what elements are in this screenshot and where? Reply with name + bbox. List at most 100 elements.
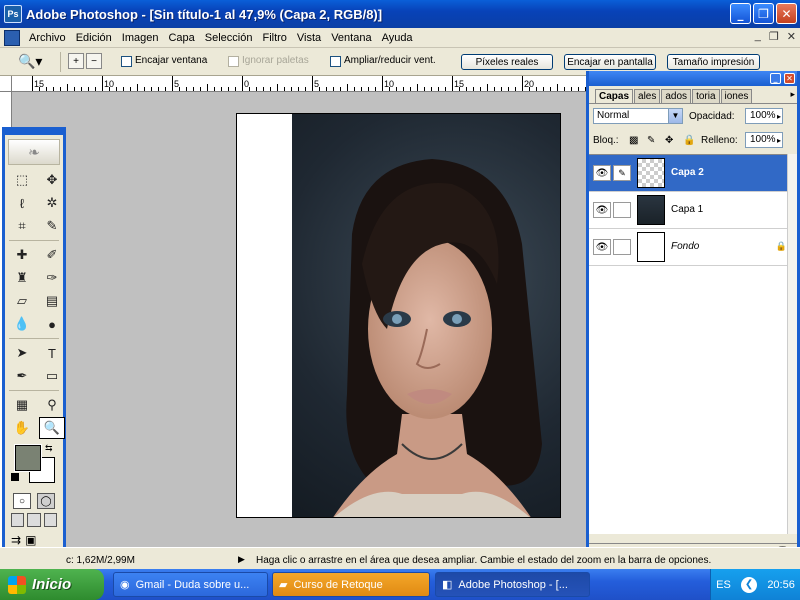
brush-icon[interactable]: ✎	[613, 165, 631, 181]
quick-mask-mode-button[interactable]: ◯	[37, 493, 55, 509]
tab-historia[interactable]: toria	[692, 89, 720, 103]
start-button[interactable]: Inicio	[0, 569, 104, 600]
eye-icon[interactable]: 👁	[593, 202, 611, 218]
hand-tool-icon[interactable]: ✋	[9, 417, 35, 439]
status-menu-arrow-icon[interactable]: ▶	[238, 554, 245, 565]
restore-button[interactable]: ❐	[753, 3, 774, 24]
horizontal-ruler[interactable]: 1510505101520253035	[12, 76, 588, 92]
clock[interactable]: 20:56	[767, 579, 795, 591]
lasso-tool-icon[interactable]: ℓ	[9, 192, 35, 214]
zoom-tool-icon[interactable]: 🔍	[39, 417, 65, 439]
marquee-tool-icon[interactable]: ⬚	[9, 169, 35, 191]
healing-brush-tool-icon[interactable]: ✚	[9, 244, 35, 266]
taskbar-item-folder[interactable]: ▰ Curso de Retoque	[272, 572, 430, 597]
menu-filtro[interactable]: Filtro	[257, 29, 291, 47]
layers-palette-titlebar[interactable]: _ ✕	[589, 71, 797, 86]
chevron-down-icon[interactable]: ▼	[668, 109, 682, 123]
menu-imagen[interactable]: Imagen	[117, 29, 164, 47]
notes-tool-icon[interactable]: ▦	[9, 394, 35, 416]
feather-logo-icon[interactable]: ❧	[8, 139, 60, 165]
menu-edicion[interactable]: Edición	[71, 29, 117, 47]
palette-close-button[interactable]: ✕	[784, 73, 795, 84]
menu-ventana[interactable]: Ventana	[326, 29, 376, 47]
pen-tool-icon[interactable]: ✒	[9, 365, 35, 387]
standard-screen-button[interactable]	[11, 513, 25, 527]
tab-acciones[interactable]: iones	[720, 89, 753, 103]
fill-arrow-icon[interactable]: ▸	[777, 134, 781, 148]
link-icon[interactable]	[613, 202, 631, 218]
tab-trazados[interactable]: ados	[661, 89, 692, 103]
full-screen-menu-button[interactable]	[27, 513, 41, 527]
palette-minimize-button[interactable]: _	[770, 73, 781, 84]
opacity-arrow-icon[interactable]: ▸	[777, 110, 781, 124]
pixeles-reales-button[interactable]: Píxeles reales	[461, 54, 553, 70]
brush-tool-icon[interactable]: ✐	[39, 244, 65, 266]
zoom-in-icon[interactable]: +	[68, 53, 84, 69]
swap-colors-icon[interactable]: ⇆	[45, 443, 53, 454]
crop-tool-icon[interactable]: ⌗	[9, 215, 35, 237]
doc-minimize-icon[interactable]: _	[755, 30, 761, 43]
gradient-tool-icon[interactable]: ▤	[39, 290, 65, 312]
blur-tool-icon[interactable]: 💧	[9, 313, 35, 335]
doc-restore-icon[interactable]: ❐	[769, 30, 779, 43]
eyedropper-tool-icon[interactable]: ⚲	[39, 394, 65, 416]
close-button[interactable]: ✕	[776, 3, 797, 24]
lock-all-icon[interactable]: 🔒	[683, 135, 695, 146]
jump-to-imageready-icon[interactable]: ⇉	[11, 533, 21, 547]
lock-transparency-icon[interactable]: ▩	[629, 135, 640, 146]
encajar-pantalla-button[interactable]: Encajar en pantalla	[564, 54, 656, 70]
zoom-tool-preset-icon[interactable]: 🔍▾	[18, 53, 48, 71]
opacity-field[interactable]: 100% ▸	[745, 108, 783, 124]
document-canvas[interactable]	[236, 113, 561, 518]
eye-icon[interactable]: 👁	[593, 165, 611, 181]
path-selection-tool-icon[interactable]: ➤	[9, 342, 35, 364]
ruler-corner[interactable]	[0, 76, 12, 92]
layer-row[interactable]: 👁 ✎ Capa 2	[589, 155, 797, 192]
doc-close-icon[interactable]: ✕	[787, 30, 796, 43]
layers-palette[interactable]: _ ✕ Capas ales ados toria iones ▸ Normal…	[586, 71, 800, 564]
fill-field[interactable]: 100% ▸	[745, 132, 783, 148]
tamano-impresion-button[interactable]: Tamaño impresión	[667, 54, 760, 70]
foreground-color-swatch[interactable]	[14, 444, 42, 472]
document-icon[interactable]	[4, 29, 20, 46]
menu-archivo[interactable]: Archivo	[24, 29, 71, 47]
menu-seleccion[interactable]: Selección	[200, 29, 258, 47]
lock-pixels-icon[interactable]: ✎	[647, 135, 658, 146]
ampliar-reducir-checkbox[interactable]	[330, 56, 341, 67]
menu-capa[interactable]: Capa	[163, 29, 199, 47]
zoom-out-icon[interactable]: −	[86, 53, 102, 69]
minimize-button[interactable]: _	[730, 3, 751, 24]
toolbox-palette[interactable]: ❧ ⬚ ✥ ℓ ✲ ⌗ ✎ ✚ ✐ ♜ ✑ ▱ ▤ 💧 ● ➤ T ✒ ▭ ▦ …	[2, 127, 66, 567]
language-indicator[interactable]: ES	[716, 579, 731, 591]
layer-row[interactable]: 👁 Fondo 🔒	[589, 229, 797, 266]
dodge-tool-icon[interactable]: ●	[39, 313, 65, 335]
link-icon[interactable]	[613, 239, 631, 255]
clone-stamp-tool-icon[interactable]: ♜	[9, 267, 35, 289]
lock-position-icon[interactable]: ✥	[665, 135, 676, 146]
eraser-tool-icon[interactable]: ▱	[9, 290, 35, 312]
layer-list-scrollbar[interactable]	[787, 154, 797, 534]
slice-tool-icon[interactable]: ✎	[39, 215, 65, 237]
menu-ayuda[interactable]: Ayuda	[377, 29, 418, 47]
magic-wand-tool-icon[interactable]: ✲	[39, 192, 65, 214]
toolbox-titlebar[interactable]	[5, 127, 63, 135]
eye-icon[interactable]: 👁	[593, 239, 611, 255]
imageready-icon[interactable]: ▣	[25, 533, 36, 547]
move-tool-icon[interactable]: ✥	[39, 169, 65, 191]
menu-vista[interactable]: Vista	[292, 29, 326, 47]
standard-mode-button[interactable]: ○	[13, 493, 31, 509]
tab-capas[interactable]: Capas	[595, 89, 634, 103]
layer-row[interactable]: 👁 Capa 1	[589, 192, 797, 229]
history-brush-tool-icon[interactable]: ✑	[39, 267, 65, 289]
full-screen-button[interactable]	[43, 513, 57, 527]
taskbar-item-photoshop[interactable]: ◧ Adobe Photoshop - [...	[435, 572, 590, 597]
show-hidden-icons-icon[interactable]: ❮	[741, 576, 758, 593]
encajar-ventana-checkbox[interactable]	[121, 56, 132, 67]
palette-menu-arrow-icon[interactable]: ▸	[790, 89, 795, 100]
type-tool-icon[interactable]: T	[39, 342, 65, 364]
taskbar-item-gmail[interactable]: ◉ Gmail - Duda sobre u...	[113, 572, 268, 597]
default-colors-icon[interactable]	[11, 473, 19, 481]
photoshop-app-icon[interactable]: Ps	[4, 5, 22, 23]
blend-mode-select[interactable]: Normal ▼	[593, 108, 683, 124]
shape-tool-icon[interactable]: ▭	[39, 365, 65, 387]
